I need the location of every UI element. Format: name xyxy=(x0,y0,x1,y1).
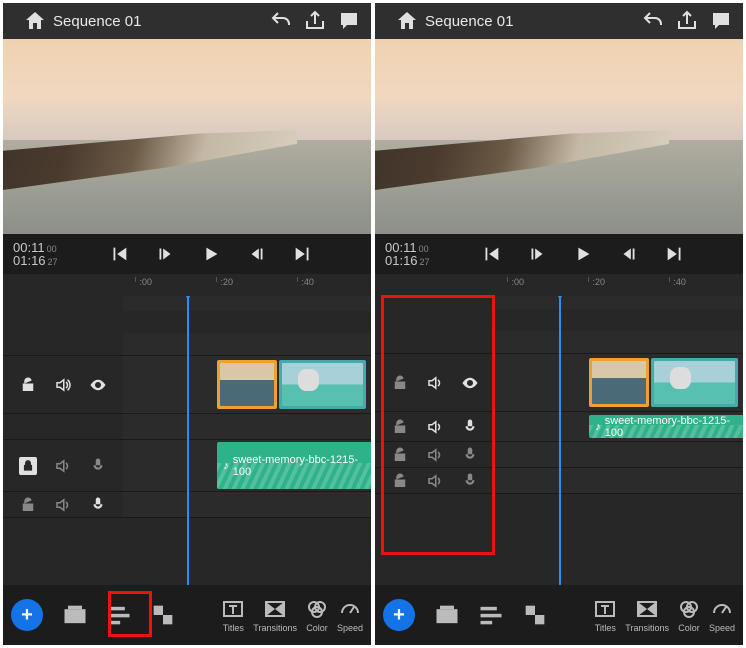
audio-track-body[interactable]: ♪ sweet-memory-bbc-1215-100 xyxy=(495,412,743,441)
go-end-icon[interactable] xyxy=(292,243,314,265)
music-note-icon: ♪ xyxy=(595,421,601,433)
timeline: ♪ sweet-memory-bbc-1215-100 xyxy=(375,296,743,585)
home-icon[interactable] xyxy=(395,9,419,33)
eye-icon[interactable] xyxy=(89,376,107,394)
mic-icon[interactable] xyxy=(89,496,107,514)
track-expand-icon[interactable] xyxy=(521,601,549,629)
play-icon[interactable] xyxy=(200,243,222,265)
unlock-icon[interactable] xyxy=(19,496,37,514)
mic-icon[interactable] xyxy=(461,472,479,490)
comment-icon[interactable] xyxy=(337,9,361,33)
undo-icon[interactable] xyxy=(641,9,665,33)
step-back-icon[interactable] xyxy=(526,243,548,265)
video-clip-1[interactable] xyxy=(589,358,649,407)
go-start-icon[interactable] xyxy=(480,243,502,265)
undo-icon[interactable] xyxy=(269,9,293,33)
speaker-icon[interactable] xyxy=(426,374,444,392)
speaker-icon[interactable] xyxy=(54,457,72,475)
speaker-icon[interactable] xyxy=(54,496,72,514)
timeline: ♪ sweet-memory-bbc-1215-100 xyxy=(3,296,371,585)
audio-track-controls xyxy=(3,440,123,491)
share-icon[interactable] xyxy=(675,9,699,33)
bottom-toolbar: + Titles Transitions Color Speed xyxy=(3,585,371,645)
comment-icon[interactable] xyxy=(709,9,733,33)
video-clip-2[interactable] xyxy=(279,360,366,409)
video-track-controls xyxy=(3,356,123,413)
editor-panel-right: Sequence 01 00:1100 01:1627 :00 :20 :40 xyxy=(375,3,743,645)
audio-clip-label: sweet-memory-bbc-1215-100 xyxy=(233,454,371,478)
editor-panel-left: Sequence 01 00:1100 01:1627 :00 :20 :40 xyxy=(3,3,371,645)
timecode: 00:1100 01:1627 xyxy=(385,241,430,267)
speaker-icon[interactable] xyxy=(426,418,444,436)
color-tool[interactable]: Color xyxy=(677,597,701,633)
transitions-tool[interactable]: Transitions xyxy=(625,597,669,633)
track-expand-icon[interactable] xyxy=(149,601,177,629)
video-track-controls xyxy=(375,354,495,411)
titles-tool[interactable]: Titles xyxy=(593,597,617,633)
step-forward-icon[interactable] xyxy=(618,243,640,265)
titles-tool[interactable]: Titles xyxy=(221,597,245,633)
home-icon[interactable] xyxy=(23,9,47,33)
edit-panel-icon[interactable] xyxy=(105,601,133,629)
add-media-button[interactable]: + xyxy=(383,599,415,631)
share-icon[interactable] xyxy=(303,9,327,33)
unlock-icon[interactable] xyxy=(391,374,409,392)
timecode: 00:1100 01:1627 xyxy=(13,241,58,267)
go-start-icon[interactable] xyxy=(108,243,130,265)
music-note-icon: ♪ xyxy=(223,460,229,472)
time-ruler[interactable]: :00 :20 :40 xyxy=(375,274,743,296)
unlock-icon[interactable] xyxy=(391,446,409,464)
speaker-icon[interactable] xyxy=(54,376,72,394)
unlock-icon[interactable] xyxy=(391,418,409,436)
edit-panel-icon[interactable] xyxy=(477,601,505,629)
header-bar: Sequence 01 xyxy=(3,3,371,39)
video-clip-1[interactable] xyxy=(217,360,277,409)
unlock-icon[interactable] xyxy=(19,376,37,394)
color-tool[interactable]: Color xyxy=(305,597,329,633)
speed-tool[interactable]: Speed xyxy=(337,597,363,633)
video-preview[interactable] xyxy=(3,39,371,234)
lock-icon[interactable] xyxy=(19,457,37,475)
sequence-title: Sequence 01 xyxy=(53,13,259,30)
project-panel-icon[interactable] xyxy=(433,601,461,629)
eye-icon[interactable] xyxy=(461,374,479,392)
playhead[interactable] xyxy=(559,296,561,585)
speed-tool[interactable]: Speed xyxy=(709,597,735,633)
video-track-body[interactable] xyxy=(495,354,743,411)
bottom-toolbar: + Titles Transitions Color Speed xyxy=(375,585,743,645)
video-track-body[interactable] xyxy=(123,356,371,413)
mic-icon[interactable] xyxy=(89,457,107,475)
audio-clip[interactable]: ♪ sweet-memory-bbc-1215-100 xyxy=(217,442,371,489)
mic-icon[interactable] xyxy=(461,418,479,436)
video-clip-2[interactable] xyxy=(651,358,738,407)
unlock-icon[interactable] xyxy=(391,472,409,490)
time-ruler[interactable]: :00 :20 :40 xyxy=(3,274,371,296)
audio-clip[interactable]: ♪ sweet-memory-bbc-1215-100 xyxy=(589,415,743,438)
speaker-icon[interactable] xyxy=(426,472,444,490)
project-panel-icon[interactable] xyxy=(61,601,89,629)
step-forward-icon[interactable] xyxy=(246,243,268,265)
speaker-icon[interactable] xyxy=(426,446,444,464)
transport-bar: 00:1100 01:1627 xyxy=(3,234,371,274)
go-end-icon[interactable] xyxy=(664,243,686,265)
sequence-title: Sequence 01 xyxy=(425,13,631,30)
playhead[interactable] xyxy=(187,296,189,585)
video-preview[interactable] xyxy=(375,39,743,234)
transitions-tool[interactable]: Transitions xyxy=(253,597,297,633)
add-media-button[interactable]: + xyxy=(11,599,43,631)
header-bar: Sequence 01 xyxy=(375,3,743,39)
audio-clip-label: sweet-memory-bbc-1215-100 xyxy=(605,415,743,438)
play-icon[interactable] xyxy=(572,243,594,265)
step-back-icon[interactable] xyxy=(154,243,176,265)
mic-icon[interactable] xyxy=(461,446,479,464)
audio-track-body[interactable]: ♪ sweet-memory-bbc-1215-100 xyxy=(123,440,371,491)
transport-bar: 00:1100 01:1627 xyxy=(375,234,743,274)
